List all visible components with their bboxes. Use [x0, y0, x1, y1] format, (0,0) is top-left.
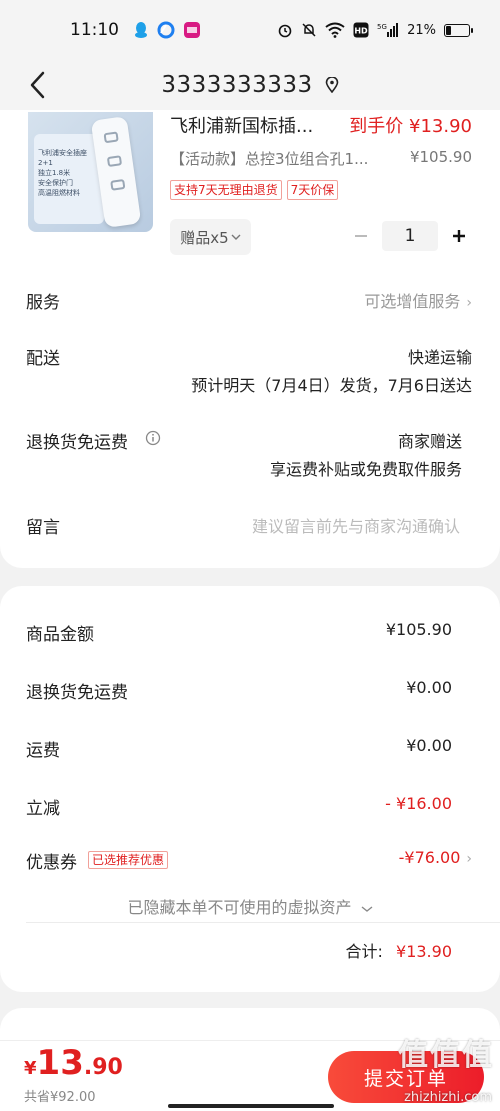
delivery-row[interactable]: 配送 快递运输 预计明天（7月4日）发货，7月6日送达: [0, 344, 500, 400]
quantity-input[interactable]: 1: [382, 221, 438, 251]
plus-icon: [453, 230, 465, 242]
hd-icon: HD: [353, 22, 369, 38]
product-name[interactable]: 飞利浦新国标插...: [170, 112, 313, 138]
saved-amount: 共省¥92.00: [24, 1090, 96, 1105]
message-row[interactable]: 留言 建议留言前先与商家沟通确认: [0, 513, 500, 543]
service-row[interactable]: 服务 可选增值服务 ›: [0, 288, 500, 318]
return-fee-value: ¥0.00: [406, 678, 452, 697]
status-app-icons: [133, 21, 201, 39]
gift-button[interactable]: 赠品x5: [170, 219, 251, 255]
mute-icon: [301, 22, 317, 38]
delivery-estimate: 预计明天（7月4日）发货，7月6日送达: [191, 376, 472, 395]
instant-discount-value: - ¥16.00: [385, 794, 452, 813]
return-shipping-value: 商家赠送: [397, 432, 462, 451]
product-tags: 支持7天无理由退货 7天价保: [170, 180, 339, 200]
chevron-down-icon: [361, 906, 372, 912]
price-integer: 13: [36, 1043, 84, 1083]
delivery-label: 配送: [26, 349, 60, 369]
chevron-left-icon: [30, 71, 45, 99]
info-icon[interactable]: [145, 430, 161, 446]
coupon-label: 优惠券: [26, 853, 77, 873]
items-total-label: 商品金额: [26, 625, 94, 645]
increment-button[interactable]: [444, 221, 474, 251]
chevron-down-icon: [231, 234, 241, 240]
decrement-button[interactable]: [346, 221, 376, 251]
total-row: 合计: ¥13.90: [346, 938, 452, 962]
back-button[interactable]: [22, 68, 52, 102]
chevron-right-icon: ›: [466, 295, 472, 311]
price-summary-card: 商品金额 ¥105.90 退换货免运费 ¥0.00 运费 ¥0.00 立减 - …: [0, 586, 500, 992]
divider: [26, 922, 500, 923]
shipping-value: ¥0.00: [406, 736, 452, 755]
tag-price-protect: 7天价保: [286, 180, 339, 200]
shipping-label: 运费: [26, 741, 60, 761]
items-total-value: ¥105.90: [385, 620, 452, 639]
service-label: 服务: [26, 293, 60, 313]
home-indicator[interactable]: [168, 1104, 334, 1108]
svg-text:HD: HD: [354, 27, 368, 36]
battery-percent: 21%: [407, 22, 436, 38]
chevron-right-icon: ›: [466, 851, 472, 867]
coupon-value: -¥76.00 ›: [398, 848, 472, 867]
hidden-assets-toggle[interactable]: 已隐藏本单不可使用的虚拟资产: [0, 894, 500, 918]
coupon-recommended-tag: 已选推荐优惠: [88, 851, 169, 869]
qq-icon: [133, 21, 149, 39]
quantity-stepper: 1: [346, 221, 474, 251]
return-fee-label: 退换货免运费: [26, 683, 128, 703]
product-original-price: ¥105.90: [409, 148, 472, 166]
return-shipping-row: 退换货免运费 商家赠送 享运费补贴或免费取件服务: [0, 428, 500, 484]
message-input[interactable]: 建议留言前先与商家沟通确认: [252, 513, 460, 537]
message-label: 留言: [26, 518, 60, 538]
page-title: 3333333333: [161, 72, 313, 98]
wifi-icon: [325, 22, 345, 38]
battery-fill: [446, 25, 451, 35]
watermark-site: zhizhizhi.com: [404, 1090, 492, 1105]
minus-icon: [355, 235, 367, 237]
browser-icon: [157, 21, 175, 39]
shop-app-icon: [183, 21, 201, 39]
alarm-icon: [277, 22, 293, 38]
final-price: ¥13.90: [24, 1043, 123, 1083]
product-image-caption: 飞利浦安全插座 2+1 独立1.8米 安全保护门 高温阻燃材料: [38, 149, 87, 197]
header: 3333333333: [0, 60, 500, 110]
watermark-logo: 值值值: [398, 1038, 494, 1073]
instant-discount-label: 立减: [26, 799, 60, 819]
product-spec[interactable]: 【活动款】总控3位组合孔1...: [170, 148, 368, 169]
total-label: 合计:: [345, 942, 383, 961]
currency-symbol: ¥: [24, 1058, 37, 1079]
product-image[interactable]: 飞利浦安全插座 2+1 独立1.8米 安全保护门 高温阻燃材料: [28, 112, 153, 232]
signal-icon: 5G: [377, 22, 399, 38]
network-type: 5G: [377, 23, 387, 31]
return-shipping-label: 退换货免运费: [26, 433, 128, 453]
location-icon[interactable]: [325, 77, 339, 93]
delivery-method: 快递运输: [407, 348, 472, 367]
service-value: 可选增值服务 ›: [364, 292, 472, 311]
status-bar: 11:10 HD 5G 21%: [0, 0, 500, 60]
product-deal-price: 到手价 ¥13.90: [349, 116, 472, 137]
return-shipping-detail: 享运费补贴或免费取件服务: [269, 460, 462, 479]
price-decimal: .90: [83, 1055, 123, 1080]
status-time: 11:10: [70, 20, 119, 40]
status-system-icons: HD 5G 21%: [277, 22, 473, 38]
tag-return: 支持7天无理由退货: [170, 180, 282, 200]
battery-icon: [444, 23, 473, 37]
gift-label: 赠品x5: [180, 228, 229, 247]
order-card: 飞利浦安全插座 2+1 独立1.8米 安全保护门 高温阻燃材料 飞利浦新国标插.…: [0, 110, 500, 568]
total-value: ¥13.90: [396, 942, 452, 961]
